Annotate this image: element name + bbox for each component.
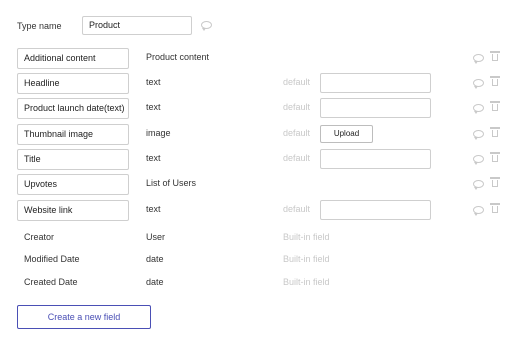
field-row: Thumbnail image image default Upload	[0, 124, 514, 148]
default-label: default	[283, 102, 311, 112]
field-row: Additional content Product content	[0, 48, 514, 72]
field-row: Upvotes List of Users	[0, 174, 514, 198]
default-value-input[interactable]	[320, 98, 431, 118]
field-type[interactable]: text	[146, 102, 161, 112]
field-type[interactable]: Product content	[146, 52, 209, 62]
delete-icon[interactable]	[490, 152, 500, 162]
builtin-field-row: Created Date date Built-in field	[0, 273, 514, 297]
comment-icon[interactable]	[473, 104, 484, 114]
builtin-field-row: Creator User Built-in field	[0, 228, 514, 252]
builtin-field-label: Built-in field	[283, 254, 330, 264]
type-name-label: Type name	[17, 21, 62, 31]
delete-icon[interactable]	[490, 76, 500, 86]
builtin-field-row: Modified Date date Built-in field	[0, 250, 514, 274]
field-type[interactable]: List of Users	[146, 178, 196, 188]
default-value-input[interactable]	[320, 200, 431, 220]
builtin-field-label: Built-in field	[283, 232, 330, 242]
field-type[interactable]: text	[146, 204, 161, 214]
delete-icon[interactable]	[490, 203, 500, 213]
builtin-field-name: Creator	[24, 232, 55, 242]
field-row: Product launch date(text) text default	[0, 98, 514, 122]
builtin-field-type: date	[146, 277, 164, 287]
type-name-input[interactable]: Product	[82, 16, 192, 35]
comment-icon[interactable]	[473, 79, 484, 89]
builtin-field-name: Modified Date	[24, 254, 80, 264]
field-name-input[interactable]: Website link	[17, 200, 129, 221]
comment-icon[interactable]	[473, 206, 484, 216]
field-row: Headline text default	[0, 73, 514, 97]
default-label: default	[283, 204, 311, 214]
type-comment-icon[interactable]	[201, 21, 212, 31]
builtin-field-type: date	[146, 254, 164, 264]
default-value-input[interactable]	[320, 149, 431, 169]
default-value-input[interactable]	[320, 73, 431, 93]
default-label: default	[283, 128, 311, 138]
upload-button[interactable]: Upload	[320, 125, 373, 143]
field-type[interactable]: image	[146, 128, 171, 138]
delete-icon[interactable]	[490, 177, 500, 187]
field-name-input[interactable]: Thumbnail image	[17, 124, 129, 145]
field-row: Title text default	[0, 149, 514, 173]
field-name-input[interactable]: Product launch date(text)	[17, 98, 129, 119]
field-type[interactable]: text	[146, 153, 161, 163]
comment-icon[interactable]	[473, 130, 484, 140]
builtin-field-label: Built-in field	[283, 277, 330, 287]
field-name-input[interactable]: Headline	[17, 73, 129, 94]
default-label: default	[283, 153, 311, 163]
create-new-field-button[interactable]: Create a new field	[17, 305, 151, 329]
type-name-section: Type name Product	[0, 0, 514, 35]
delete-icon[interactable]	[490, 101, 500, 111]
field-name-input[interactable]: Additional content	[17, 48, 129, 69]
comment-icon[interactable]	[473, 54, 484, 64]
field-row: Website link text default	[0, 200, 514, 224]
field-name-input[interactable]: Upvotes	[17, 174, 129, 195]
delete-icon[interactable]	[490, 127, 500, 137]
builtin-field-type: User	[146, 232, 166, 242]
delete-icon[interactable]	[490, 51, 500, 61]
builtin-field-name: Created Date	[24, 277, 78, 287]
default-label: default	[283, 77, 311, 87]
field-type[interactable]: text	[146, 77, 161, 87]
comment-icon[interactable]	[473, 155, 484, 165]
field-name-input[interactable]: Title	[17, 149, 129, 170]
comment-icon[interactable]	[473, 180, 484, 190]
